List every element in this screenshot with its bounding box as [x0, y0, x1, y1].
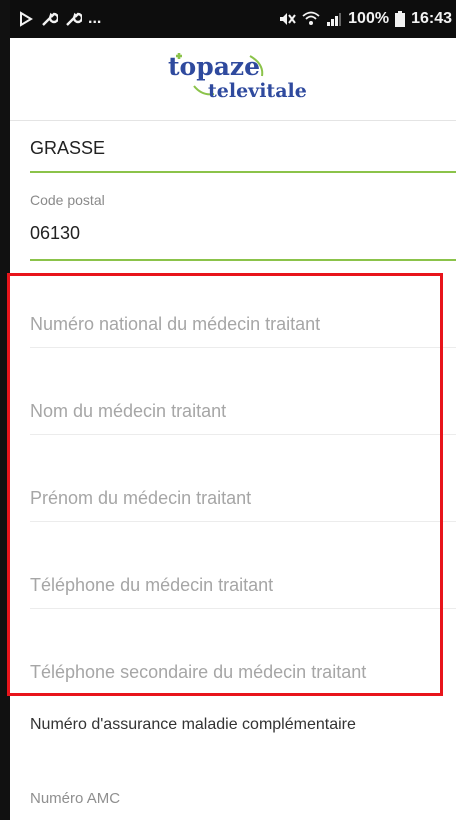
play-store-icon [18, 11, 34, 27]
postal-code-underline [30, 259, 456, 261]
wrench-icon [64, 10, 82, 28]
complementary-insurance-field[interactable]: Numéro d'assurance maladie complémentair… [30, 716, 456, 742]
doctor-phone-placeholder: Téléphone du médecin traitant [30, 575, 274, 595]
more-notifications-indicator: ... [88, 10, 102, 27]
complementary-insurance-label: Numéro d'assurance maladie complémentair… [30, 716, 356, 733]
doctor-secondary-phone-placeholder: Téléphone secondaire du médecin traitant [30, 662, 367, 682]
doctor-first-name-placeholder: Prénom du médecin traitant [30, 488, 252, 508]
status-bar: ... 100% 16:43 [10, 0, 456, 38]
status-bar-notifications: ... [10, 10, 101, 28]
wifi-icon [302, 11, 320, 27]
doctor-national-number-field[interactable]: Numéro national du médecin traitant [30, 314, 456, 349]
doctor-national-number-placeholder: Numéro national du médecin traitant [30, 314, 321, 334]
doctor-last-name-placeholder: Nom du médecin traitant [30, 401, 227, 421]
postal-code-field[interactable]: Code postal 06130 [30, 192, 456, 262]
doctor-phone-field[interactable]: Téléphone du médecin traitant [30, 575, 456, 610]
field-underline [30, 608, 456, 609]
city-field[interactable]: GRASSE [30, 138, 456, 174]
postal-code-label: Code postal [30, 192, 105, 208]
battery-percentage: 100% [348, 10, 390, 27]
phone-screen: ... 100% 16:43 topaze televitale GRASSE … [10, 0, 456, 820]
logo-text-televitale: televitale [208, 80, 307, 102]
amc-number-field[interactable]: Numéro AMC [30, 790, 456, 814]
city-value: GRASSE [30, 138, 106, 158]
battery-icon [395, 11, 406, 27]
doctor-secondary-phone-field[interactable]: Téléphone secondaire du médecin traitant [30, 662, 456, 692]
amc-number-label: Numéro AMC [30, 790, 121, 807]
postal-code-value: 06130 [30, 223, 81, 243]
city-underline [30, 171, 456, 173]
mute-icon [278, 11, 296, 27]
app-header: topaze televitale [10, 38, 456, 121]
status-bar-system: 100% 16:43 [278, 10, 456, 28]
doctor-last-name-field[interactable]: Nom du médecin traitant [30, 401, 456, 436]
field-underline [30, 347, 456, 348]
topaze-televitale-logo: topaze televitale [166, 50, 316, 110]
field-underline [30, 521, 456, 522]
wrench-icon [40, 10, 58, 28]
clock: 16:43 [411, 10, 452, 27]
signal-icon [326, 11, 342, 27]
doctor-first-name-field[interactable]: Prénom du médecin traitant [30, 488, 456, 523]
logo-text-topaze: topaze [168, 52, 261, 81]
field-underline [30, 434, 456, 435]
